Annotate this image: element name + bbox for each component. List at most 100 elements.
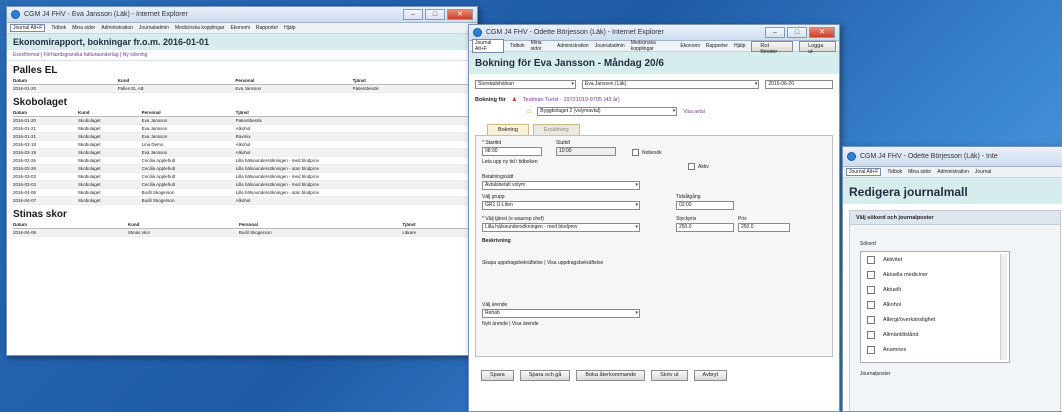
table-cell: Palles EL AB	[117, 84, 236, 93]
group-select[interactable]: GR1 U-Liten	[482, 201, 640, 210]
keyword-item[interactable]: Anamnes	[861, 342, 1009, 357]
maximize-button[interactable]: □	[787, 27, 807, 38]
keyword-checkbox[interactable]	[867, 285, 875, 294]
service-select[interactable]: Lilla hälsoundersökningen - med blodprov	[482, 223, 640, 232]
tab-bokning[interactable]: Bokning	[487, 124, 529, 135]
title-bar[interactable]: CGM J4 FHV - Odette Börjesson (Läk) - In…	[469, 25, 839, 41]
end-input[interactable]: 10:00	[556, 147, 616, 156]
aktiv-checkbox[interactable]	[688, 163, 695, 170]
table-row: 2016-02-26 Skobolaget Cecilia Applehult Lil…	[13, 156, 471, 165]
menu-mina-sidor[interactable]: Mina sidor	[908, 169, 931, 175]
table-cell: Ravmix	[235, 132, 471, 141]
menu-administration[interactable]: Administration	[101, 25, 133, 31]
menu-medicinska[interactable]: Medicinska kopplingar	[631, 40, 675, 52]
page-title: Bokning för Eva Jansson - Måndag 20/6	[469, 52, 839, 74]
keyword-checkbox[interactable]	[867, 345, 875, 354]
table-cell: Skobolaget	[78, 132, 142, 141]
menu-tidbok[interactable]: Tidbok	[510, 43, 525, 49]
keyword-item[interactable]: Allmäntillstånd	[861, 327, 1009, 342]
table-row: 2016-01-21 Skobolaget Eva Jansson Ravmix	[13, 132, 471, 141]
menu-tidbok[interactable]: Tidbok	[51, 25, 66, 31]
company-select[interactable]: Byggbolaget 2 (volymavtal)	[537, 107, 678, 116]
book-recurring-button[interactable]: Boka återkommande	[576, 370, 646, 381]
table-cell: 2016-02-18	[13, 140, 79, 149]
menu-rapporter[interactable]: Rapporter	[256, 25, 278, 31]
keyword-checkbox[interactable]	[867, 300, 875, 309]
table-cell: Lilla hälsoundersökningen - med blodprov	[235, 172, 471, 181]
table-cell: Lina Demo	[141, 140, 236, 149]
find-time-link[interactable]: Leta upp ny tid i tidboken	[482, 159, 538, 165]
case-links[interactable]: Nytt ärende | Visa ärende	[482, 321, 539, 327]
tab-ersattning[interactable]: Ersättning	[532, 124, 580, 135]
description-links[interactable]: Skapa uppdragsbekräftelse | Visa uppdrag…	[482, 260, 603, 266]
keyword-item[interactable]: Aktuellt	[861, 282, 1009, 297]
save-and-go-button[interactable]: Spara och gå	[519, 370, 571, 381]
keyword-checkbox[interactable]	[867, 330, 875, 339]
table-cell: Alkohol	[235, 124, 471, 133]
column-header: Kund	[117, 77, 236, 85]
minimize-button[interactable]: –	[765, 27, 785, 38]
report-table: Datum Kund Personal Tjänst 2016-01-20 Skobola…	[13, 109, 471, 205]
keyword-item[interactable]: Allergi/överkänslighet	[861, 312, 1009, 327]
column-header: Datum	[13, 221, 128, 229]
nobesok-checkbox[interactable]	[632, 149, 639, 156]
start-input[interactable]: 08:00	[482, 147, 542, 156]
logout-button[interactable]: Logga ut	[799, 40, 836, 55]
table-row: 2016-04-06 Stinas skor Bodil Skogerson Läka…	[13, 228, 471, 237]
cancel-button[interactable]: Avbryt	[693, 370, 727, 381]
menu-hjalp[interactable]: Hjälp	[734, 43, 745, 49]
maximize-button[interactable]: □	[425, 9, 445, 20]
menu-administration[interactable]: Administration	[937, 169, 969, 175]
menu-journal[interactable]: Journal Alt+F	[846, 168, 882, 176]
menu-journaladmin[interactable]: Journal	[975, 169, 991, 175]
window-title: CGM J4 FHV - Odette Börjesson (Läk) - In…	[486, 29, 664, 36]
menu-journaladmin[interactable]: Journaladmin	[139, 25, 169, 31]
table-cell: Skobolaget	[78, 172, 142, 181]
show-agreement-link[interactable]: Visa avtal	[683, 109, 705, 115]
menu-rapporter[interactable]: Rapporter	[706, 43, 728, 49]
menu-bar: Journal Alt+F Tidbok Mina sidor Administrat…	[843, 167, 1062, 178]
case-select[interactable]: Rehab	[482, 309, 640, 318]
keyword-item[interactable]: Aktuella mediciner	[861, 267, 1009, 282]
keyword-item[interactable]: Aktivitet	[861, 252, 1009, 267]
payment-select[interactable]: Avtalsbetalt volym	[482, 181, 640, 190]
menu-medicinska[interactable]: Medicinska kopplingar	[175, 25, 224, 31]
report-section: Skobolaget Datum Kund Personal Tjänst 2016-01…	[7, 97, 477, 205]
close-button[interactable]: ✕	[809, 27, 835, 38]
menu-ekonomi[interactable]: Ekonomi	[680, 43, 699, 49]
keyword-checkbox[interactable]	[867, 315, 875, 324]
close-button[interactable]: ✕	[447, 9, 473, 20]
menu-ekonomi[interactable]: Ekonomi	[230, 25, 249, 31]
menu-hjalp[interactable]: Hjälp	[284, 25, 295, 31]
menu-journal[interactable]: Journal Alt+F	[472, 39, 504, 53]
date-input[interactable]: 2016-06-20	[765, 80, 834, 89]
person-select[interactable]: Eva Jansson (Läk)	[581, 80, 760, 89]
keyword-item[interactable]: Alkohol	[861, 297, 1009, 312]
menu-journaladmin[interactable]: Journaladmin	[595, 43, 625, 49]
menu-journal[interactable]: Journal Alt+F	[10, 24, 46, 32]
unitprice-input[interactable]: 250.0	[676, 223, 734, 232]
report-links[interactable]: Excelformat | Förhandsgranska fakturaund…	[7, 50, 477, 61]
title-bar[interactable]: CGM J4 FHV - Eva Jansson (Läk) - Interne…	[7, 7, 477, 23]
menu-tidbok[interactable]: Tidbok	[887, 169, 902, 175]
table-cell: 2016-04-07	[13, 196, 79, 205]
table-cell: Skobolaget	[78, 164, 142, 173]
column-header: Tjänst	[402, 221, 471, 229]
keyword-checkbox[interactable]	[867, 270, 875, 279]
end-label: Sluttid	[556, 140, 570, 146]
unit-select[interactable]: Storstadshälsan	[475, 80, 576, 89]
list-scrollbar[interactable]	[1000, 254, 1007, 360]
minimize-button[interactable]: –	[403, 9, 423, 20]
keyword-checkbox[interactable]	[867, 255, 875, 264]
menu-mina-sidor[interactable]: Mina sidor	[531, 40, 551, 52]
price-input[interactable]: 250.0	[738, 223, 790, 232]
menu-administration[interactable]: Administration	[557, 43, 589, 49]
menu-mina-sidor[interactable]: Mina sidor	[72, 25, 95, 31]
rot-fonster-button[interactable]: Rot fönster	[751, 40, 794, 55]
title-bar[interactable]: CGM J4 FHV - Odette Börjesson (Läk) - In…	[843, 147, 1062, 167]
save-button[interactable]: Spara	[481, 370, 514, 381]
column-header: Tjänst	[352, 77, 471, 85]
print-button[interactable]: Skriv ut	[651, 370, 688, 381]
time-input[interactable]: 02:00	[676, 201, 734, 210]
patient-link[interactable]: Testman Turist - 19721019-9705 (43 år)	[523, 97, 620, 103]
